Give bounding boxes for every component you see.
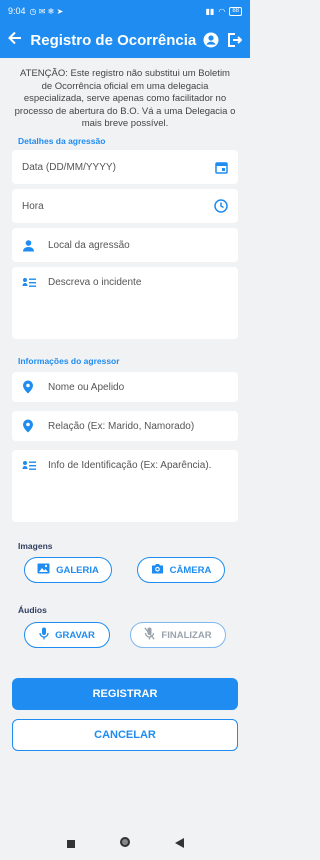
aggressor-section-label: Informações do agressor <box>18 356 120 366</box>
home-icon[interactable] <box>119 835 131 853</box>
microphone-off-icon <box>144 627 156 643</box>
date-placeholder: Data (DD/MM/YYYY) <box>22 161 116 173</box>
stop-record-label: FINALIZAR <box>161 629 212 641</box>
aggression-section-label: Detalhes da agressão <box>18 136 106 146</box>
notification-icons: ◷ ✉ ❄ ➤ <box>29 6 64 16</box>
record-button[interactable]: GRAVAR <box>24 622 110 648</box>
logout-icon[interactable] <box>225 29 242 51</box>
status-bar: 9:04 ◷ ✉ ❄ ➤ ▮▮ ◠ 88 <box>0 0 250 22</box>
signal-icon: ▮▮ <box>205 6 215 16</box>
relation-field[interactable]: Relação (Ex: Marido, Namorado) <box>12 411 238 441</box>
recents-icon[interactable] <box>66 835 75 853</box>
description-placeholder: Descreva o incidente <box>48 277 142 288</box>
image-icon <box>37 563 50 577</box>
calendar-icon[interactable] <box>212 161 228 174</box>
location-placeholder: Local da agressão <box>48 239 130 251</box>
record-label: GRAVAR <box>55 629 95 641</box>
page-title: Registro de Ocorrência <box>30 31 197 49</box>
back-arrow-icon[interactable] <box>8 30 26 50</box>
notes-icon <box>22 277 38 289</box>
identification-placeholder: Info de Identificação (Ex: Aparência). <box>48 460 212 471</box>
relation-placeholder: Relação (Ex: Marido, Namorado) <box>48 420 195 432</box>
description-field[interactable]: Descreva o incidente <box>12 267 238 339</box>
identification-field[interactable]: Info de Identificação (Ex: Aparência). <box>12 450 238 522</box>
location-field[interactable]: Local da agressão <box>12 228 238 262</box>
microphone-icon <box>39 627 49 643</box>
time-placeholder: Hora <box>22 200 44 212</box>
camera-button[interactable]: CÂMERA <box>137 557 225 583</box>
form-content: ATENÇÃO: Este registro não substitui um … <box>0 58 250 828</box>
disclaimer-text: ATENÇÃO: Este registro não substitui um … <box>14 68 236 129</box>
camera-label: CÂMERA <box>169 564 212 576</box>
camera-icon <box>151 563 164 577</box>
register-button[interactable]: REGISTRAR <box>12 678 238 710</box>
gallery-button[interactable]: GALERIA <box>24 557 112 583</box>
notes-icon <box>22 460 38 472</box>
system-nav-bar <box>0 828 250 860</box>
time-field[interactable]: Hora <box>12 189 238 223</box>
location-pin-icon <box>22 380 38 394</box>
aggressor-name-placeholder: Nome ou Apelido <box>48 381 125 393</box>
back-nav-icon[interactable] <box>174 835 184 853</box>
person-icon <box>22 239 38 252</box>
audio-section-label: Áudios <box>18 605 47 615</box>
images-section-label: Imagens <box>18 541 53 551</box>
aggressor-name-field[interactable]: Nome ou Apelido <box>12 372 238 402</box>
cancel-button[interactable]: CANCELAR <box>12 719 238 751</box>
clock-icon[interactable] <box>212 199 228 213</box>
wifi-icon: ◠ <box>218 6 226 16</box>
battery-icon: 88 <box>229 6 242 16</box>
profile-icon[interactable] <box>202 29 219 51</box>
gallery-label: GALERIA <box>56 564 99 576</box>
app-bar: Registro de Ocorrência <box>0 22 250 58</box>
date-field[interactable]: Data (DD/MM/YYYY) <box>12 150 238 184</box>
location-pin-icon <box>22 419 38 433</box>
stop-record-button[interactable]: FINALIZAR <box>130 622 226 648</box>
status-time: 9:04 <box>8 6 26 16</box>
